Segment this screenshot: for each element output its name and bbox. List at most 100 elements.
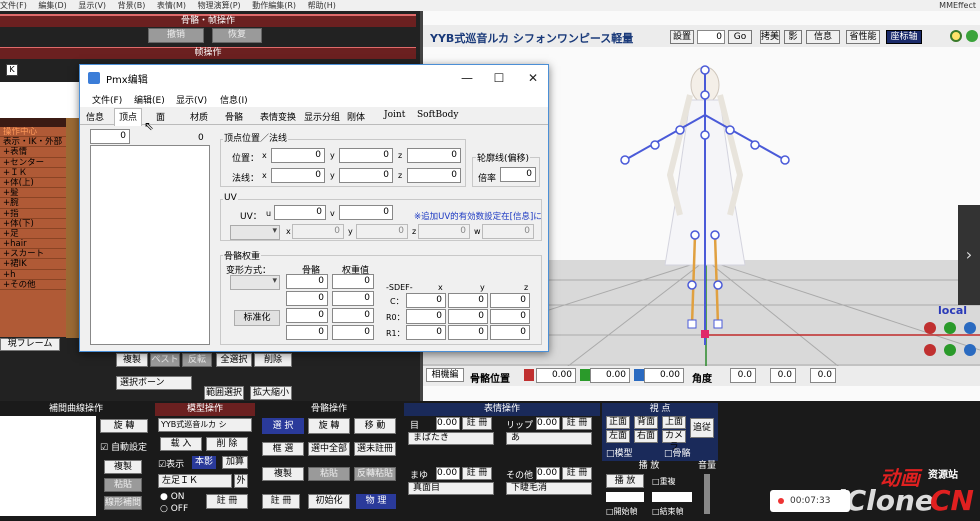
top-view-button[interactable]: 上面	[662, 416, 686, 429]
model-register-button[interactable]: 註 冊	[206, 494, 248, 509]
add-uv-y-input[interactable]: 0	[356, 224, 408, 239]
display-checkbox[interactable]: ☑表示	[158, 457, 184, 470]
menu-file[interactable]: 文件(F)	[0, 1, 27, 10]
from-frame-checkbox[interactable]: □開始幀	[606, 506, 638, 517]
ik-combo[interactable]: 左足ＩＫ	[158, 474, 232, 488]
menu-view[interactable]: 显示(V)	[78, 1, 106, 10]
settings-button[interactable]: 設置	[670, 30, 694, 44]
weight-2[interactable]: 0	[332, 291, 374, 306]
vertex-list[interactable]	[90, 145, 210, 345]
bone-item[interactable]: +表情	[0, 147, 66, 158]
range-select-button[interactable]: 範囲選択	[204, 386, 244, 400]
bone-pos-y[interactable]: 0.00	[590, 368, 630, 383]
bone-index-4[interactable]: 0	[286, 325, 328, 340]
bone-item[interactable]: +裙IK	[0, 259, 66, 270]
bone-init-button[interactable]: 初始化	[308, 494, 350, 509]
delete-frame-button[interactable]: 削除	[254, 353, 292, 367]
bone-copy-button[interactable]: 複製	[262, 467, 304, 481]
pos-x-input[interactable]: 0	[271, 148, 325, 163]
sdef-r1-x[interactable]: 0	[406, 325, 446, 340]
edge-ratio-input[interactable]: 0	[500, 167, 536, 182]
rotation-gizmo-icons[interactable]	[922, 320, 978, 360]
minimize-icon[interactable]: —	[458, 69, 476, 87]
bone-item[interactable]: 操作中心	[0, 127, 66, 138]
lip-register-button[interactable]: 註 冊	[562, 417, 592, 430]
reverse-paste-button[interactable]: 反転	[182, 353, 212, 367]
dlg-menu-edit[interactable]: 编辑(E)	[134, 93, 165, 106]
model-combo[interactable]: YYB式巡音ルカ シ	[158, 418, 252, 432]
bone-index-2[interactable]: 0	[286, 291, 328, 306]
bone-item[interactable]: +ＩＫ	[0, 168, 66, 178]
bone-reverse-paste-button[interactable]: 反轉粘貼	[354, 467, 396, 481]
weight-3[interactable]: 0	[332, 308, 374, 323]
add-uv-x-input[interactable]: 0	[292, 224, 344, 239]
menu-expression[interactable]: 表情(M)	[157, 1, 186, 10]
other-register-button[interactable]: 註 冊	[562, 467, 592, 480]
select-all-bones-button[interactable]: 選中全部	[308, 442, 350, 456]
select-bone-combo[interactable]: 選択ボーン	[116, 376, 192, 390]
eye-value[interactable]: 0.00	[436, 417, 460, 430]
zoom-icon[interactable]	[950, 30, 962, 42]
sdef-r0-y[interactable]: 0	[448, 309, 488, 324]
tab-bone[interactable]: 骨骼	[225, 110, 243, 123]
view-button-1[interactable]: 拷美	[760, 30, 780, 44]
add-uv-combo[interactable]	[230, 225, 280, 240]
curve-editor[interactable]	[0, 416, 96, 516]
bone-item[interactable]: +髪	[0, 188, 66, 199]
pos-z-input[interactable]: 0	[407, 148, 461, 163]
normal-z-input[interactable]: 0	[407, 168, 461, 183]
move-icon[interactable]	[966, 30, 978, 42]
timeline-keys[interactable]	[66, 118, 80, 338]
sdef-c-z[interactable]: 0	[490, 293, 530, 308]
sdef-r1-y[interactable]: 0	[448, 325, 488, 340]
play-button[interactable]: 播 放	[606, 474, 644, 488]
menu-edit[interactable]: 編集(D)	[38, 1, 66, 10]
model-figure[interactable]	[600, 55, 810, 365]
bone-pos-z[interactable]: 0.00	[644, 368, 684, 383]
tab-vertex[interactable]: 顶点	[114, 108, 143, 126]
normal-y-input[interactable]: 0	[339, 168, 393, 183]
performance-button[interactable]: 省性能	[846, 30, 880, 44]
maximize-icon[interactable]: ☐	[490, 69, 508, 87]
camera-edit-tab[interactable]: 相機編	[426, 368, 464, 382]
to-frame-input[interactable]	[652, 492, 692, 502]
tab-display-group[interactable]: 显示分组	[304, 110, 340, 123]
sdef-r0-x[interactable]: 0	[406, 309, 446, 324]
from-frame-input[interactable]	[606, 492, 644, 502]
bone-item[interactable]: +その他	[0, 280, 66, 290]
dlg-menu-file[interactable]: 文件(F)	[92, 93, 122, 106]
sdef-r0-z[interactable]: 0	[490, 309, 530, 324]
box-select-button[interactable]: 框 選	[262, 442, 304, 456]
volume-slider[interactable]	[704, 474, 710, 514]
model-view-checkbox[interactable]: □模型	[606, 446, 633, 459]
tab-material[interactable]: 材质	[190, 110, 208, 123]
axis-button[interactable]: 座标轴	[886, 30, 922, 44]
physics-button[interactable]: 物 理	[356, 494, 396, 509]
linear-button[interactable]: 線形補間	[104, 496, 142, 510]
pos-y-input[interactable]: 0	[339, 148, 393, 163]
camera-view-button[interactable]: カメラ	[662, 430, 686, 452]
frame-input[interactable]: 0	[697, 30, 725, 44]
paste-frame-button[interactable]: ペスト	[150, 353, 180, 367]
back-view-button[interactable]: 背面	[634, 416, 658, 429]
menu-help[interactable]: 帮助(H)	[308, 1, 336, 10]
vertex-index-input[interactable]: 0	[90, 129, 130, 144]
right-view-button[interactable]: 右面	[634, 430, 658, 443]
weight-4[interactable]: 0	[332, 325, 374, 340]
bone-item[interactable]: +足	[0, 229, 66, 240]
curve-paste-button[interactable]: 粘貼	[104, 478, 142, 492]
bone-item[interactable]: 表示・IK・外部	[0, 137, 66, 148]
close-icon[interactable]: ✕	[524, 69, 542, 87]
lip-value[interactable]: 0.00	[536, 417, 560, 430]
eye-register-button[interactable]: 註 冊	[462, 417, 492, 430]
dlg-menu-info[interactable]: 信息(I)	[220, 93, 248, 106]
normalize-button[interactable]: 标准化	[234, 310, 280, 326]
brow-combo[interactable]: 真面目	[408, 482, 494, 495]
uv-u-input[interactable]: 0	[274, 205, 326, 220]
bone-move-button[interactable]: 移 動	[354, 418, 396, 434]
copy-frame-button[interactable]: 複製	[116, 353, 148, 367]
lip-combo[interactable]: あ	[506, 432, 592, 445]
menu-mmeffect[interactable]: MMEffect	[939, 0, 976, 11]
dialog-titlebar[interactable]	[80, 65, 548, 91]
info-button[interactable]: 信息	[806, 30, 840, 44]
